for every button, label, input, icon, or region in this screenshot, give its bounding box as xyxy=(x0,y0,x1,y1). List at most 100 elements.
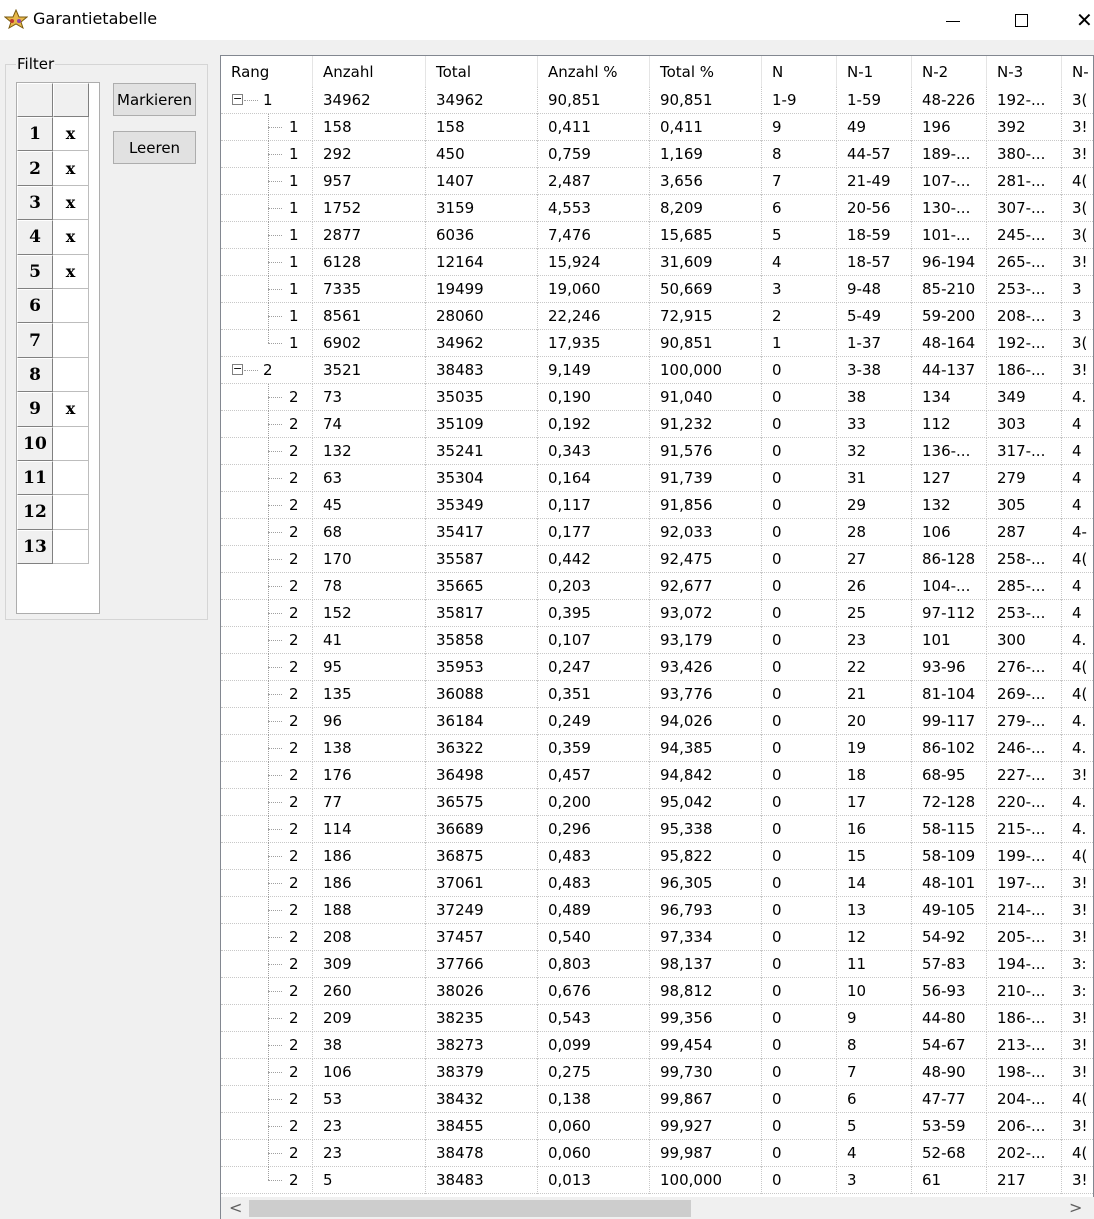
clear-button[interactable]: Leeren xyxy=(113,131,196,164)
table-row[interactable]: 2 68 35417 0,177 92,033 0 28 106 287 4- xyxy=(221,519,1093,546)
table-row[interactable]: 1 8561 28060 22,246 72,915 2 5-49 59-200 208-...… xyxy=(221,303,1093,330)
collapse-icon[interactable]: − xyxy=(232,93,243,105)
filter-grid[interactable]: 1 x 2 x 3 x 4 x 5 x 6 7 8 9 x 10 11 12 13 xyxy=(16,82,100,614)
table-row[interactable]: 1 7335 19499 19,060 50,669 3 9-48 85-210 253-...… xyxy=(221,276,1093,303)
table-row[interactable]: 1 2877 6036 7,476 15,685 5 18-59 101-... 245-...… xyxy=(221,222,1093,249)
column-header[interactable]: N-1 xyxy=(837,56,912,87)
filter-row[interactable]: 4x xyxy=(17,220,99,255)
filter-mark-cell[interactable]: x xyxy=(53,185,89,221)
guarantee-table[interactable]: Rang Anzahl Total Anzahl % Total % N N-1 N-2 N-3… xyxy=(220,55,1094,1219)
cell-text: 1 xyxy=(289,280,299,298)
cell-text: 0 xyxy=(772,685,782,703)
group-row[interactable]: 1−34962 34962 90,851 90,851 1-9 1-59 48-226 192… xyxy=(221,87,1093,114)
cell-text: 285-... xyxy=(997,577,1046,595)
filter-mark-cell[interactable] xyxy=(53,323,89,358)
column-header[interactable]: Anzahl xyxy=(313,56,426,87)
table-row[interactable]: 2 106 38379 0,275 99,730 0 7 48-90 198-... 3! xyxy=(221,1059,1093,1086)
filter-mark-cell[interactable] xyxy=(53,357,89,393)
filter-mark-cell[interactable]: x xyxy=(53,151,89,186)
filter-row[interactable]: 3x xyxy=(17,185,99,221)
filter-row[interactable]: 5x xyxy=(17,254,99,289)
mark-button[interactable]: Markieren xyxy=(113,83,196,116)
table-row[interactable]: 2 152 35817 0,395 93,072 0 25 97-112 253-... 4 xyxy=(221,600,1093,627)
table-row[interactable]: 2 208 37457 0,540 97,334 0 12 54-92 205-... 3! xyxy=(221,924,1093,951)
column-header[interactable]: Rang xyxy=(221,56,313,87)
table-row[interactable]: 2 53 38432 0,138 99,867 0 6 47-77 204-... 4( xyxy=(221,1086,1093,1113)
table-row[interactable]: 2 23 38478 0,060 99,987 0 4 52-68 202-... 4( xyxy=(221,1140,1093,1167)
table-row[interactable]: 2 95 35953 0,247 93,426 0 22 93-96 276-... 4( xyxy=(221,654,1093,681)
table-row[interactable]: 2 41 35858 0,107 93,179 0 23 101 300 4. xyxy=(221,627,1093,654)
table-row[interactable]: 2 138 36322 0,359 94,385 0 19 86-102 246-... 4. xyxy=(221,735,1093,762)
filter-row[interactable]: 10 xyxy=(17,426,99,461)
filter-mark-cell[interactable]: x xyxy=(53,220,89,255)
collapse-icon[interactable]: − xyxy=(232,363,243,375)
filter-row[interactable]: 11 xyxy=(17,460,99,496)
table-row[interactable]: 2 186 37061 0,483 96,305 0 14 48-101 197-... 3! xyxy=(221,870,1093,897)
table-row[interactable]: 2 309 37766 0,803 98,137 0 11 57-83 194-... 3: xyxy=(221,951,1093,978)
table-row[interactable]: 2 260 38026 0,676 98,812 0 10 56-93 210-... 3: xyxy=(221,978,1093,1005)
filter-row[interactable]: 13 xyxy=(17,529,99,565)
table-row[interactable]: 2 188 37249 0,489 96,793 0 13 49-105 214-... 3! xyxy=(221,897,1093,924)
table-row[interactable]: 2 135 36088 0,351 93,776 0 21 81-104 269-... 4( xyxy=(221,681,1093,708)
column-header[interactable]: Total xyxy=(426,56,538,87)
filter-mark-cell[interactable]: x xyxy=(53,392,89,427)
table-row[interactable]: 2 114 36689 0,296 95,338 0 16 58-115 215-... 4. xyxy=(221,816,1093,843)
filter-mark-cell[interactable] xyxy=(53,495,89,530)
filter-mark-cell[interactable]: x xyxy=(53,117,89,152)
filter-row[interactable]: 2x xyxy=(17,151,99,186)
filter-row[interactable]: 9x xyxy=(17,392,99,427)
filter-row[interactable]: 6 xyxy=(17,288,99,324)
column-header[interactable]: N-3 xyxy=(987,56,1062,87)
minimize-button[interactable] xyxy=(930,0,976,40)
column-header[interactable]: N-2 xyxy=(912,56,987,87)
table-row[interactable]: 2 38 38273 0,099 99,454 0 8 54-67 213-... 3! xyxy=(221,1032,1093,1059)
cell-text: 0,457 xyxy=(548,766,591,784)
table-row[interactable]: 1 6128 12164 15,924 31,609 4 18-57 96-194 265-..… xyxy=(221,249,1093,276)
table-cell: 34962 xyxy=(426,330,538,357)
column-header[interactable]: Anzahl % xyxy=(538,56,650,87)
table-row[interactable]: 2 96 36184 0,249 94,026 0 20 99-117 279-... 4. xyxy=(221,708,1093,735)
table-row[interactable]: 2 186 36875 0,483 95,822 0 15 58-109 199-... 4( xyxy=(221,843,1093,870)
table-row[interactable]: 2 63 35304 0,164 91,739 0 31 127 279 4 xyxy=(221,465,1093,492)
rank-cell: 2 xyxy=(221,951,313,978)
scroll-right-icon[interactable]: > xyxy=(1069,1198,1082,1217)
cell-text: 0,411 xyxy=(548,118,591,136)
table-row[interactable]: 2 74 35109 0,192 91,232 0 33 112 303 4 xyxy=(221,411,1093,438)
scrollbar-thumb[interactable] xyxy=(249,1200,691,1217)
filter-mark-cell[interactable] xyxy=(53,426,89,461)
horizontal-scrollbar[interactable]: < > xyxy=(221,1197,1094,1219)
column-header[interactable]: N- xyxy=(1062,56,1093,87)
table-row[interactable]: 2 209 38235 0,543 99,356 0 9 44-80 186-... 3! xyxy=(221,1005,1093,1032)
table-row[interactable]: 2 170 35587 0,442 92,475 0 27 86-128 258-... 4( xyxy=(221,546,1093,573)
filter-row[interactable]: 7 xyxy=(17,323,99,358)
table-row[interactable]: 1 1752 3159 4,553 8,209 6 20-56 130-... 307-... 3… xyxy=(221,195,1093,222)
table-row[interactable]: 2 5 38483 0,013 100,000 0 3 61 217 3! xyxy=(221,1167,1093,1194)
cell-text: 127 xyxy=(922,469,951,487)
table-cell: 94,026 xyxy=(650,708,762,735)
maximize-button[interactable] xyxy=(998,0,1044,40)
filter-mark-cell[interactable] xyxy=(53,288,89,324)
scroll-left-icon[interactable]: < xyxy=(229,1198,242,1217)
table-row[interactable]: 2 176 36498 0,457 94,842 0 18 68-95 227-... 3! xyxy=(221,762,1093,789)
table-row[interactable]: 2 23 38455 0,060 99,927 0 5 53-59 206-... 3! xyxy=(221,1113,1093,1140)
table-row[interactable]: 1 957 1407 2,487 3,656 7 21-49 107-... 281-... 4( xyxy=(221,168,1093,195)
table-row[interactable]: 2 73 35035 0,190 91,040 0 38 134 349 4. xyxy=(221,384,1093,411)
table-cell: 4( xyxy=(1062,1086,1093,1113)
table-row[interactable]: 2 78 35665 0,203 92,677 0 26 104-... 285-... 4 xyxy=(221,573,1093,600)
filter-row[interactable]: 12 xyxy=(17,495,99,530)
table-row[interactable]: 2 45 35349 0,117 91,856 0 29 132 305 4 xyxy=(221,492,1093,519)
filter-row[interactable]: 1x xyxy=(17,117,99,152)
table-row[interactable]: 1 158 158 0,411 0,411 9 49 196 392 3! xyxy=(221,114,1093,141)
column-header[interactable]: N xyxy=(762,56,837,87)
table-row[interactable]: 2 132 35241 0,343 91,576 0 32 136-... 317-... 4 xyxy=(221,438,1093,465)
table-row[interactable]: 2 77 36575 0,200 95,042 0 17 72-128 220-... 4. xyxy=(221,789,1093,816)
table-row[interactable]: 1 6902 34962 17,935 90,851 1 1-37 48-164 192-...… xyxy=(221,330,1093,357)
group-row[interactable]: 2−3521 38483 9,149 100,000 0 3-38 44-137 186-..… xyxy=(221,357,1093,384)
column-header[interactable]: Total % xyxy=(650,56,762,87)
table-row[interactable]: 1 292 450 0,759 1,169 8 44-57 189-... 380-... 3! xyxy=(221,141,1093,168)
filter-mark-cell[interactable] xyxy=(53,460,89,496)
filter-row[interactable]: 8 xyxy=(17,357,99,393)
close-button[interactable]: ✕ xyxy=(1066,0,1094,40)
filter-mark-cell[interactable]: x xyxy=(53,254,89,289)
filter-mark-cell[interactable] xyxy=(53,529,89,565)
